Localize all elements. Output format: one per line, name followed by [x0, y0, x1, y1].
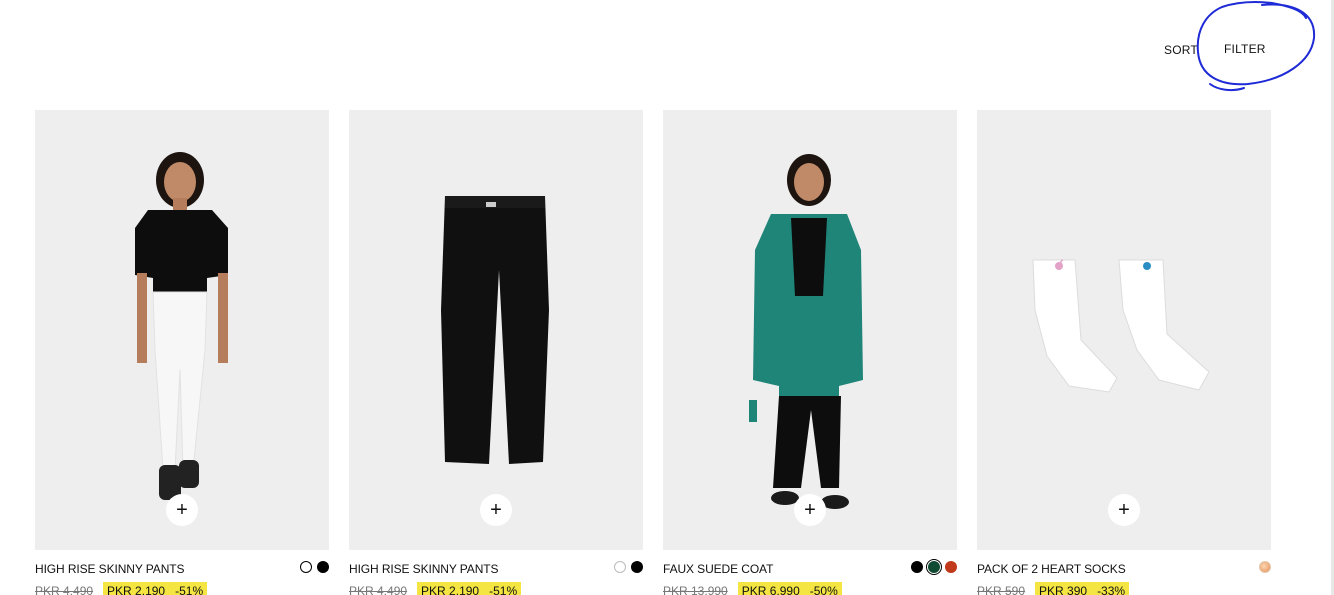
product-card[interactable]: + HIGH RISE SKINNY PANTS PKR 4,490 PKR 2… [349, 110, 643, 595]
color-swatch-green[interactable] [926, 559, 942, 575]
color-swatch-multicolor[interactable] [1259, 561, 1271, 573]
discount-percent: -51% [489, 584, 518, 595]
color-swatches [911, 559, 957, 575]
product-name[interactable]: PACK OF 2 HEART SOCKS [977, 562, 1126, 576]
color-swatches [614, 561, 643, 573]
price-row: PKR 4,490 PKR 2,190 -51% [349, 582, 522, 595]
color-swatch-black[interactable] [631, 561, 643, 573]
heart-socks-illustration [1032, 259, 1210, 393]
product-card[interactable]: + PACK OF 2 HEART SOCKS PKR 590 PKR 390 … [977, 110, 1271, 595]
discount-percent: -33% [1097, 584, 1126, 595]
color-swatches [1259, 561, 1271, 573]
product-image[interactable]: + [977, 110, 1271, 550]
product-image[interactable]: + [663, 110, 957, 550]
add-to-cart-button[interactable]: + [166, 494, 198, 526]
sale-price-badge: PKR 6,990 -50% [737, 582, 842, 595]
price-row: PKR 590 PKR 390 -33% [977, 582, 1130, 595]
color-swatch-rust[interactable] [945, 561, 957, 573]
model-white-pants-illustration [135, 152, 228, 500]
original-price: PKR 4,490 [35, 584, 94, 595]
price-row: PKR 4,490 PKR 2,190 -51% [35, 582, 208, 595]
product-image[interactable]: + [349, 110, 643, 550]
original-price: PKR 4,490 [349, 584, 408, 595]
color-swatch-white[interactable] [614, 561, 626, 573]
sale-price: PKR 2,190 [421, 584, 480, 595]
add-to-cart-button[interactable]: + [480, 494, 512, 526]
sale-price-badge: PKR 2,190 -51% [103, 582, 208, 595]
product-name[interactable]: HIGH RISE SKINNY PANTS [35, 562, 184, 576]
original-price: PKR 590 [977, 584, 1026, 595]
product-name[interactable]: HIGH RISE SKINNY PANTS [349, 562, 498, 576]
color-swatch-white[interactable] [300, 561, 312, 573]
top-toolbar: SORT FILTER [0, 0, 1334, 100]
price-row: PKR 13,990 PKR 6,990 -50% [663, 582, 842, 595]
discount-percent: -51% [175, 584, 204, 595]
color-swatches [300, 561, 329, 573]
sale-price-badge: PKR 390 -33% [1035, 582, 1130, 595]
product-name[interactable]: FAUX SUEDE COAT [663, 562, 773, 576]
black-pants-illustration [441, 196, 549, 464]
sale-price: PKR 6,990 [741, 584, 800, 595]
color-swatch-black[interactable] [317, 561, 329, 573]
product-card[interactable]: + HIGH RISE SKINNY PANTS PKR 4,490 PKR 2… [35, 110, 329, 595]
add-to-cart-button[interactable]: + [1108, 494, 1140, 526]
sale-price: PKR 390 [1039, 584, 1088, 595]
add-to-cart-button[interactable]: + [794, 494, 826, 526]
sort-button[interactable]: SORT [1164, 43, 1198, 57]
filter-button[interactable]: FILTER [1224, 42, 1266, 56]
product-image[interactable]: + [35, 110, 329, 550]
discount-percent: -50% [809, 584, 838, 595]
model-suede-coat-illustration [749, 154, 863, 509]
product-card[interactable]: + FAUX SUEDE COAT PKR 13,990 PKR 6,990 -… [663, 110, 957, 595]
original-price: PKR 13,990 [663, 584, 728, 595]
sale-price: PKR 2,190 [107, 584, 166, 595]
sale-price-badge: PKR 2,190 -51% [417, 582, 522, 595]
color-swatch-black[interactable] [911, 561, 923, 573]
